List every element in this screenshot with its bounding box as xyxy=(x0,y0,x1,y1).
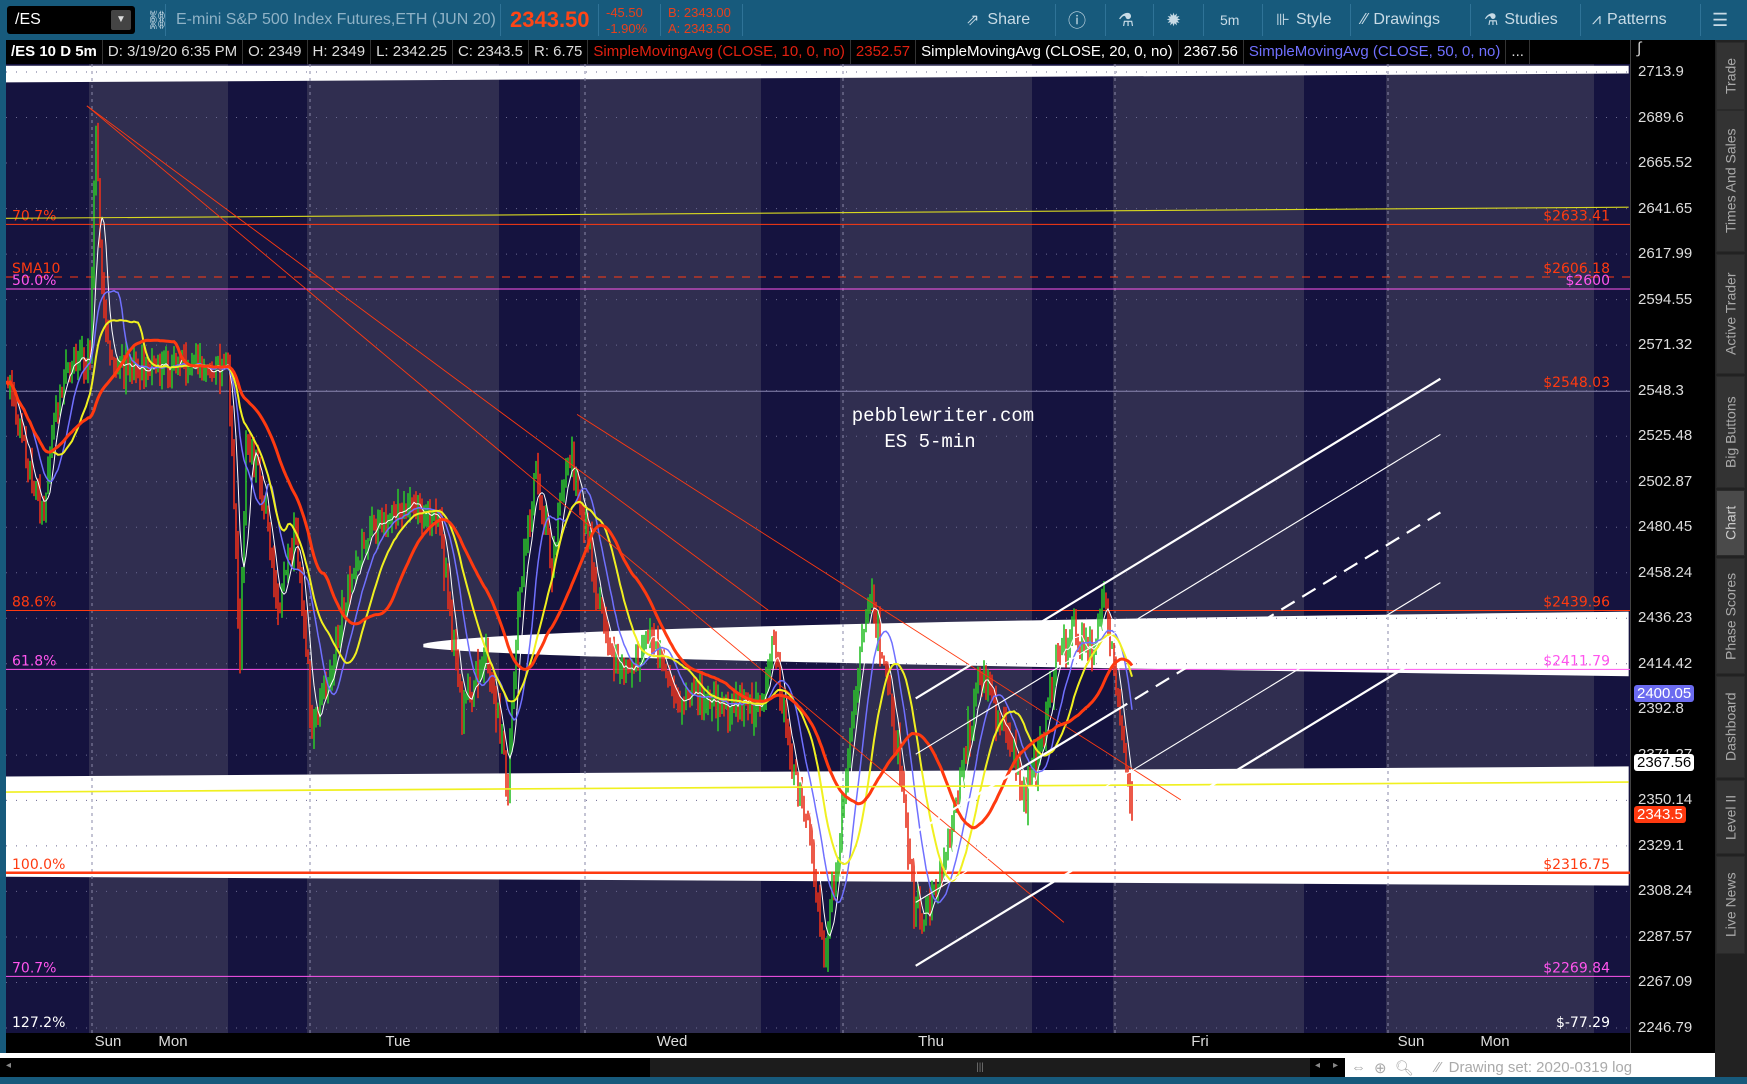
symbol-period: /ES 10 D 5m xyxy=(6,40,103,64)
side-tab-chart[interactable]: Chart xyxy=(1716,490,1745,556)
side-tab-level-ii[interactable]: Level II xyxy=(1716,780,1745,854)
level-label-right: $2411.79 xyxy=(1543,653,1610,669)
level-label-right: $-77.29 xyxy=(1556,1015,1610,1031)
sma20-label[interactable]: SimpleMovingAvg (CLOSE, 20, 0, no) xyxy=(916,40,1179,64)
x-label: Sun xyxy=(1398,1033,1425,1050)
price-tick-label: 2713.9 xyxy=(1638,63,1684,80)
level-label-right: $2269.84 xyxy=(1543,960,1610,976)
bar-range: R: 6.75 xyxy=(529,40,588,64)
level-label-right: $2633.41 xyxy=(1543,208,1610,224)
price-tick-label: 2617.99 xyxy=(1638,245,1692,262)
side-tab-times-and-sales[interactable]: Times And Sales xyxy=(1716,110,1745,252)
overnight-session-band xyxy=(761,64,840,1033)
sma50-label[interactable]: SimpleMovingAvg (CLOSE, 50, 0, no) xyxy=(1244,40,1507,64)
x-label: Thu xyxy=(918,1033,944,1050)
price-tick-label: 2392.8 xyxy=(1638,700,1684,717)
price-tick-label: 2267.09 xyxy=(1638,973,1692,990)
x-label: Sun xyxy=(95,1033,122,1050)
price-tick-label: 2571.32 xyxy=(1638,336,1692,353)
chart-controls: ⇔ ⊕ 🔍︎ ⁄⁄ Drawing set: 2020-0319 log xyxy=(1345,1058,1715,1077)
overnight-session-band xyxy=(228,64,307,1033)
price-tick-label: 2689.6 xyxy=(1638,109,1684,126)
level-label-right: $2353. xyxy=(1561,778,1610,794)
level-label-left: 127.2% xyxy=(12,1015,65,1031)
price-tick-label: 2246.79 xyxy=(1638,1019,1692,1036)
regular-session-band xyxy=(89,64,228,1033)
x-label: Fri xyxy=(1191,1033,1209,1050)
level-label-right: $2600 xyxy=(1565,273,1610,289)
drawing-tool-icon[interactable]: ⁄⁄ xyxy=(1436,1059,1441,1076)
level-label-left: 100.0% xyxy=(12,857,65,873)
scrollbar-thumb[interactable]: ||| xyxy=(650,1058,1310,1077)
watermark-line2: ES 5-min xyxy=(884,431,975,453)
x-label: Mon xyxy=(158,1033,187,1050)
level-label-left: 61.8% xyxy=(12,653,56,669)
level-label-left: 50.0% xyxy=(12,273,56,289)
side-tab-active-trader[interactable]: Active Trader xyxy=(1716,254,1745,374)
price-tick-label: 2641.65 xyxy=(1638,200,1692,217)
watermark-line1: pebblewriter.com xyxy=(852,405,1034,427)
bar-high: H: 2349 xyxy=(308,40,372,64)
level-label-left: 70.7% xyxy=(12,208,56,224)
sma10-label[interactable]: SimpleMovingAvg (CLOSE, 10, 0, no) xyxy=(588,40,851,64)
scroll-left-icon[interactable]: ◂ xyxy=(6,1060,11,1071)
level-label-right: $2548.03 xyxy=(1543,375,1610,391)
zoom-icon[interactable]: 🔍︎ xyxy=(1395,1059,1414,1077)
price-tick-label: 2458.24 xyxy=(1638,564,1692,581)
bar-date: D: 3/19/20 6:35 PM xyxy=(103,40,243,64)
scroll-right-icon[interactable]: ▸ xyxy=(1333,1060,1338,1071)
horizontal-scrollbar[interactable]: ◂ ||| ◂ ▸ xyxy=(0,1058,1345,1077)
sma20-value: 2367.56 xyxy=(1179,40,1244,64)
price-badge: 2343.5 xyxy=(1634,806,1686,823)
price-tick-label: 2480.45 xyxy=(1638,518,1692,535)
price-tick-label: 2329.1 xyxy=(1638,837,1684,854)
side-panel-tabs: TradeTimes And SalesActive TraderBig But… xyxy=(1715,40,1747,1077)
x-label: Mon xyxy=(1480,1033,1509,1050)
price-tick-label: 2548.3 xyxy=(1638,382,1684,399)
level-label-right: $2316.75 xyxy=(1543,857,1610,873)
price-tick-label: 2525.48 xyxy=(1638,427,1692,444)
more-studies[interactable]: ... xyxy=(1506,40,1530,64)
menu-icon[interactable]: ☰ xyxy=(1712,0,1728,40)
time-axis[interactable]: Sun Mon Tue Wed Thu Fri Sun Mon xyxy=(6,1033,1630,1053)
bar-open: O: 2349 xyxy=(243,40,307,64)
price-tick-label: 2436.23 xyxy=(1638,609,1692,626)
level-label-left: 88.6% xyxy=(12,595,56,611)
scroll-left-icon[interactable]: ◂ xyxy=(1315,1060,1320,1071)
side-tab-big-buttons[interactable]: Big Buttons xyxy=(1716,376,1745,488)
pan-icon[interactable]: ⇔ xyxy=(1351,1059,1366,1076)
side-tab-live-news[interactable]: Live News xyxy=(1716,856,1745,954)
x-label: Tue xyxy=(385,1033,410,1050)
crosshair-icon[interactable]: ⊕ xyxy=(1374,1059,1387,1077)
level-label-right: $2439.96 xyxy=(1543,595,1610,611)
sma10-value: 2352.57 xyxy=(851,40,916,64)
price-tick-label: 2308.24 xyxy=(1638,882,1692,899)
x-label: Wed xyxy=(657,1033,688,1050)
level-label-left: 70.7% xyxy=(12,960,56,976)
price-axis[interactable]: ∫ 2713.9 2689.6 2665.52 2641.65 2617.99 2594.… xyxy=(1630,40,1715,1053)
price-tick-label: 2287.57 xyxy=(1638,928,1692,945)
price-badge: 2367.56 xyxy=(1634,754,1694,771)
price-chart[interactable]: 70.7%$2633.41SMA10$2606.1850.0%$2600$254… xyxy=(0,0,1630,1053)
scale-toggle-icon[interactable]: ∫ xyxy=(1637,40,1641,58)
price-tick-label: 2665.52 xyxy=(1638,154,1692,171)
side-tab-trade[interactable]: Trade xyxy=(1716,42,1745,110)
bar-low: L: 2342.25 xyxy=(371,40,453,64)
price-tick-label: 2414.42 xyxy=(1638,655,1692,672)
side-tab-phase-scores[interactable]: Phase Scores xyxy=(1716,558,1745,674)
drawing-set-label[interactable]: Drawing set: 2020-0319 log xyxy=(1449,1059,1632,1076)
regular-session-band xyxy=(580,64,761,1033)
study-info-bar: /ES 10 D 5m D: 3/19/20 6:35 PM O: 2349 H… xyxy=(6,40,1630,64)
regular-session-band xyxy=(307,64,499,1033)
price-badge: 2400.05 xyxy=(1634,685,1694,702)
price-tick-label: 2502.87 xyxy=(1638,473,1692,490)
divider xyxy=(1700,4,1701,36)
bar-close: C: 2343.5 xyxy=(453,40,529,64)
side-tab-dashboard[interactable]: Dashboard xyxy=(1716,676,1745,778)
price-tick-label: 2594.55 xyxy=(1638,291,1692,308)
